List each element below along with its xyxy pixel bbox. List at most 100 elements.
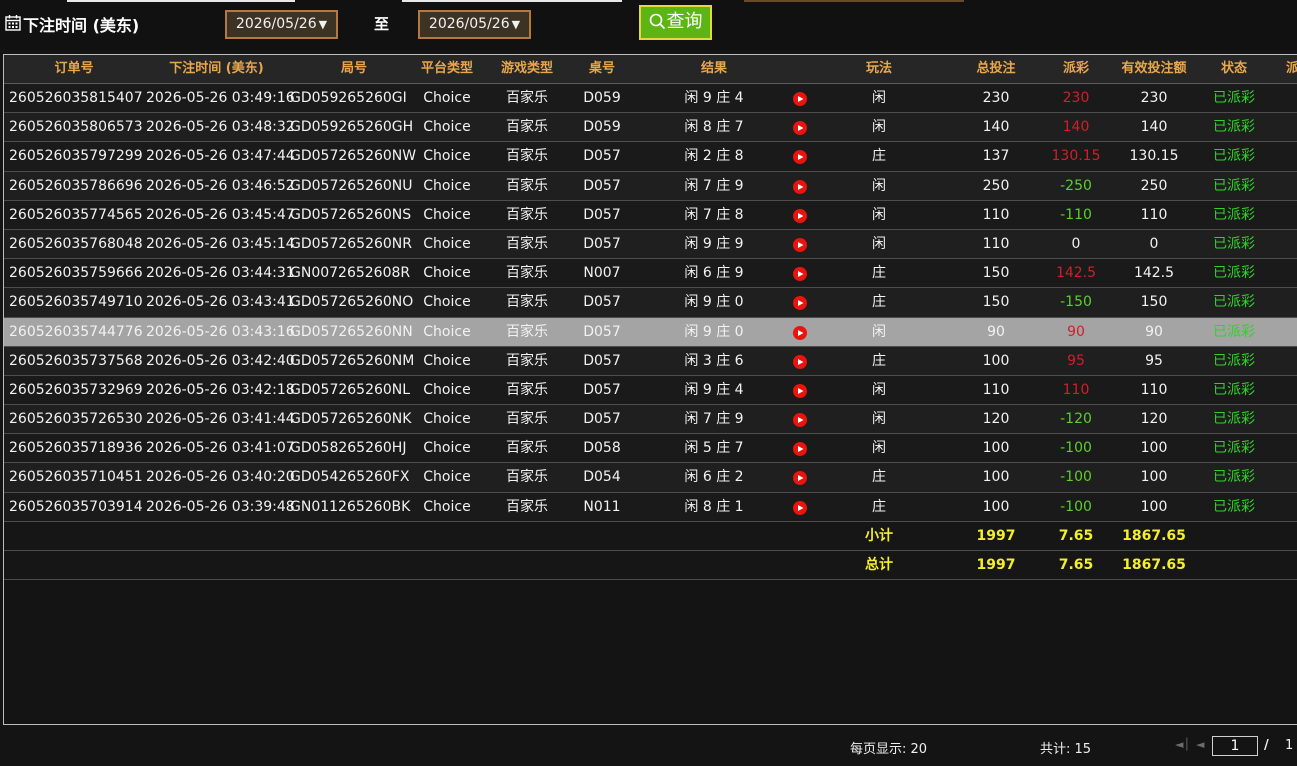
column-header-order: 订单号 [54,61,94,76]
table-row[interactable]: 260526035749710 2026-05-26 03:43:41 GD0572… [4,288,1297,318]
table-row[interactable]: 260526035797299 2026-05-26 03:47:44 GD0572… [4,142,1297,172]
table-row[interactable]: 260526035759666 2026-05-26 03:44:31 GN0072… [4,259,1297,289]
play-icon[interactable] [793,121,807,136]
table-row[interactable]: 260526035703914 2026-05-26 03:39:48 GN0112… [4,492,1297,522]
cell-valid: 100 [1140,440,1168,457]
cell-play: 闲 [872,206,886,223]
cell-payout: 0 [1071,235,1081,252]
cell-status: 已派彩 [1213,235,1255,252]
total-row-label: 总计 [865,557,893,573]
cell-status: 已派彩 [1213,90,1255,106]
cell-status: 已派彩 [1213,381,1255,398]
cell-play: 庄 [872,498,886,515]
cell-payout: -100 [1060,498,1092,515]
cell-payout: 140 [1062,119,1090,136]
table-row[interactable]: 260526035737568 2026-05-26 03:42:40 GD0572… [4,346,1297,376]
cell-status: 已派彩 [1213,148,1255,165]
prev-page-icon[interactable]: ◄ [1196,738,1204,751]
cell-payout: 110 [1062,381,1090,398]
search-icon [649,13,665,30]
play-icon[interactable] [793,237,807,252]
table-row[interactable]: 260526035774565 2026-05-26 03:45:47 GD0572… [4,200,1297,230]
play-icon[interactable] [793,150,807,165]
table-row[interactable]: 260526035786696 2026-05-26 03:46:52 GD0572… [4,171,1297,201]
table-row[interactable]: 260526035744776 2026-05-26 03:43:16 GD0572… [4,317,1297,347]
total-count-label: 共计: 15 [1040,742,1092,757]
calendar-icon [5,15,21,31]
query-button[interactable]: 查询 [639,5,712,40]
cell-table: D057 [583,206,621,223]
play-icon[interactable] [793,354,807,369]
cell-game: 百家乐 [506,206,548,223]
cell-table: D058 [583,440,621,457]
cell-bet: 100 [982,440,1010,457]
cell-result: 闲 9 庄 9 [684,235,744,252]
cell-time: 2026-05-26 03:43:16 [146,323,295,340]
table-row[interactable]: 260526035768048 2026-05-26 03:45:14 GD0572… [4,229,1297,260]
cell-play: 庄 [872,265,886,282]
start-date-select[interactable]: 2026/05/26 ▼ [225,10,338,39]
cell-valid: 140 [1140,119,1168,136]
cell-play: 庄 [872,469,886,486]
cell-result: 闲 9 庄 4 [684,90,744,106]
table-row[interactable]: 260526035710451 2026-05-26 03:40:20 GD0542… [4,463,1297,493]
cell-order: 260526035749710 [9,294,143,311]
play-icon[interactable] [793,471,807,486]
cell-result: 闲 7 庄 9 [684,177,744,194]
play-icon[interactable] [793,208,807,223]
play-icon[interactable] [793,413,807,428]
play-icon[interactable] [793,92,807,106]
play-icon[interactable] [793,383,807,398]
cell-result: 闲 9 庄 4 [684,381,744,398]
cell-platform: Choice [423,498,471,515]
cell-platform: Choice [423,265,471,282]
column-header-play: 玩法 [865,61,892,76]
cell-time: 2026-05-26 03:42:40 [146,352,295,369]
end-date-value: 2026/05/26 [428,16,510,32]
cell-play: 闲 [872,177,886,194]
subtotal-row-label: 小计 [865,527,893,544]
cell-result: 闲 8 庄 1 [684,498,744,515]
dropdown-arrow-icon: ▼ [511,18,521,31]
cell-payout: 230 [1062,90,1090,106]
play-icon[interactable] [793,267,807,282]
table-row[interactable]: 260526035718936 2026-05-26 03:41:07 GD0582… [4,434,1297,464]
table-row[interactable]: 260526035732969 2026-05-26 03:42:18 GD0572… [4,375,1297,406]
subtotal-row: 小计 1997 7.65 1867.65 [4,521,1297,551]
table-row[interactable]: 260526035806573 2026-05-26 03:48:32 GD0592… [4,113,1297,143]
cell-order: 260526035744776 [9,323,143,340]
filter-bar: 下注时间 (美东) 2026/05/26 ▼ 至 2026/05/26 ▼ 查询 [0,0,1297,50]
cell-round: GD057265260NL [290,381,411,398]
top-decor-strip [402,0,622,2]
cell-platform: Choice [423,352,471,369]
cell-status: 已派彩 [1213,352,1255,369]
play-icon[interactable] [793,442,807,457]
cell-table: D057 [583,148,621,165]
play-icon[interactable] [793,179,807,194]
page-number-input[interactable]: 1 [1212,736,1258,756]
cell-platform: Choice [423,119,471,136]
cell-game: 百家乐 [506,440,548,457]
play-icon[interactable] [793,500,807,515]
column-header-time: 下注时间 (美东) [169,61,264,76]
cell-round: GD057265260NK [290,411,412,428]
cell-order: 260526035768048 [9,235,143,252]
cell-round: GD057265260NO [290,294,414,311]
cell-time: 2026-05-26 03:47:44 [146,148,295,165]
cell-valid: 100 [1140,498,1168,515]
table-row[interactable]: 260526035726530 2026-05-26 03:41:44 GD0572… [4,405,1297,435]
first-page-icon[interactable]: ◄│ [1175,738,1190,751]
cell-play: 庄 [872,148,886,165]
column-header-round: 局号 [340,61,367,76]
table-row[interactable]: 260526035815407 2026-05-26 03:49:16 GD0592… [4,84,1297,114]
play-icon[interactable] [793,296,807,311]
cell-order: 260526035806573 [9,119,143,136]
cell-payout: -150 [1060,294,1092,311]
play-icon[interactable] [793,325,807,340]
cell-order: 260526035732969 [9,381,143,398]
cell-valid: 150 [1140,294,1168,311]
cell-result: 闲 5 庄 7 [684,440,744,457]
cell-table: D057 [583,294,621,311]
cell-result: 闲 7 庄 8 [684,206,744,223]
end-date-select[interactable]: 2026/05/26 ▼ [418,10,531,39]
